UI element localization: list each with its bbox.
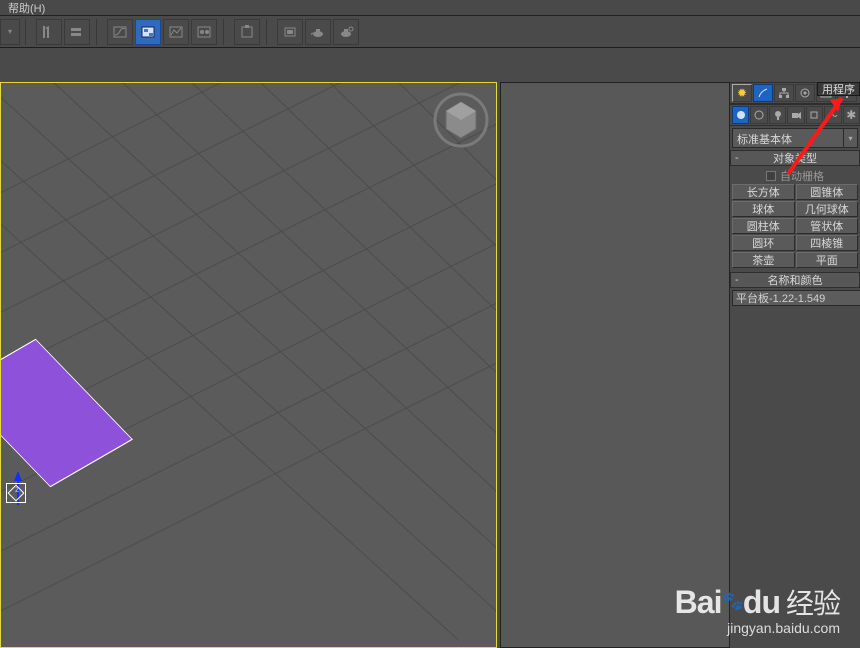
pyramid-button[interactable]: 四棱锥 <box>796 235 859 251</box>
graph-icon[interactable] <box>163 19 189 45</box>
box-button[interactable]: 长方体 <box>732 184 795 200</box>
auto-grid-label: 自动栅格 <box>780 168 824 184</box>
cameras-tab[interactable] <box>787 106 804 124</box>
torus-button[interactable]: 圆环 <box>732 235 795 251</box>
toolbar-separator <box>266 19 272 45</box>
helpers-tab[interactable] <box>806 106 823 124</box>
view-cube[interactable] <box>432 91 490 149</box>
layers-icon[interactable] <box>64 19 90 45</box>
spacewarps-tab[interactable] <box>824 106 841 124</box>
collapse-icon: - <box>735 274 739 286</box>
geometry-tab[interactable] <box>732 106 749 124</box>
teapot-button[interactable]: 茶壶 <box>732 252 795 268</box>
curve-editor-icon[interactable] <box>107 19 133 45</box>
align-icon[interactable] <box>36 19 62 45</box>
viewport-secondary[interactable] <box>500 82 730 648</box>
sun-icon: ✹ <box>737 86 747 100</box>
main-toolbar: ▾ <box>0 16 860 48</box>
shapes-tab[interactable] <box>750 106 767 124</box>
lights-tab[interactable] <box>769 106 786 124</box>
primitive-category-dropdown[interactable]: 标准基本体 ▾ <box>732 128 858 148</box>
motion-icon <box>799 87 811 99</box>
chevron-down-icon: ▾ <box>844 128 858 148</box>
object-type-rollup: - 对象类型 自动栅格 长方体 圆锥体 球体 几何球体 圆柱体 管状体 圆环 四… <box>730 150 860 270</box>
motion-tab[interactable] <box>795 84 815 102</box>
hierarchy-icon <box>778 87 790 99</box>
cylinder-button[interactable]: 圆柱体 <box>732 218 795 234</box>
object-type-header[interactable]: - 对象类型 <box>730 150 860 166</box>
auto-grid-row[interactable]: 自动栅格 <box>732 168 858 184</box>
sphere-button[interactable]: 球体 <box>732 201 795 217</box>
watermark: Bai🐾du 经验 jingyan.baidu.com <box>675 582 840 636</box>
collapse-icon: - <box>735 152 739 164</box>
primitive-buttons: 长方体 圆锥体 球体 几何球体 圆柱体 管状体 圆环 四棱锥 茶壶 平面 <box>732 184 858 268</box>
asterisk-icon: ✱ <box>846 108 856 122</box>
create-subtabs: ✱ <box>730 104 860 126</box>
shapes-icon <box>753 109 765 121</box>
cone-button[interactable]: 圆锥体 <box>796 184 859 200</box>
paw-icon: 🐾 <box>721 591 742 611</box>
sphere-icon <box>735 109 747 121</box>
watermark-url: jingyan.baidu.com <box>675 620 840 636</box>
dropdown-label: 标准基本体 <box>732 128 844 148</box>
object-name-input[interactable] <box>732 290 860 306</box>
toolbar-dropdown[interactable]: ▾ <box>0 19 20 45</box>
viewport-perspective[interactable]: z <box>0 82 497 648</box>
systems-tab[interactable]: ✱ <box>843 106 860 124</box>
name-color-header[interactable]: - 名称和颜色 <box>730 272 860 288</box>
render-frame-icon[interactable] <box>277 19 303 45</box>
workspace: z ✹ 用程序 ✱ <box>0 48 860 648</box>
name-color-rollup: - 名称和颜色 <box>730 272 860 308</box>
tab-tooltip: 用程序 <box>817 82 860 96</box>
render-setup-icon[interactable] <box>234 19 260 45</box>
menu-bar: 帮助(H) <box>0 0 860 16</box>
geosphere-button[interactable]: 几何球体 <box>796 201 859 217</box>
menu-help[interactable]: 帮助(H) <box>8 0 45 16</box>
plane-button[interactable]: 平面 <box>796 252 859 268</box>
toolbar-separator <box>223 19 229 45</box>
watermark-brand: Bai🐾du <box>675 584 780 621</box>
command-panel: ✹ 用程序 ✱ 标准基本体 ▾ - 对象类型 <box>730 82 860 648</box>
teapot-render-icon[interactable] <box>305 19 331 45</box>
tube-button[interactable]: 管状体 <box>796 218 859 234</box>
toolbar-separator <box>96 19 102 45</box>
camera-icon <box>790 109 802 121</box>
modify-tab[interactable] <box>753 84 773 102</box>
light-icon <box>772 109 784 121</box>
schematic-view-icon[interactable] <box>135 19 161 45</box>
create-tab[interactable]: ✹ <box>732 84 752 102</box>
teapot-render2-icon[interactable] <box>333 19 359 45</box>
toolbar-separator <box>25 19 31 45</box>
pivot-marker <box>6 483 26 503</box>
helper-icon <box>808 109 820 121</box>
hierarchy-tab[interactable] <box>774 84 794 102</box>
auto-grid-checkbox[interactable] <box>766 171 776 181</box>
viewport-grid <box>1 83 496 647</box>
spacewarp-icon <box>827 109 839 121</box>
modify-icon <box>757 87 769 99</box>
material-editor-icon[interactable] <box>191 19 217 45</box>
watermark-cn: 经验 <box>786 582 840 622</box>
